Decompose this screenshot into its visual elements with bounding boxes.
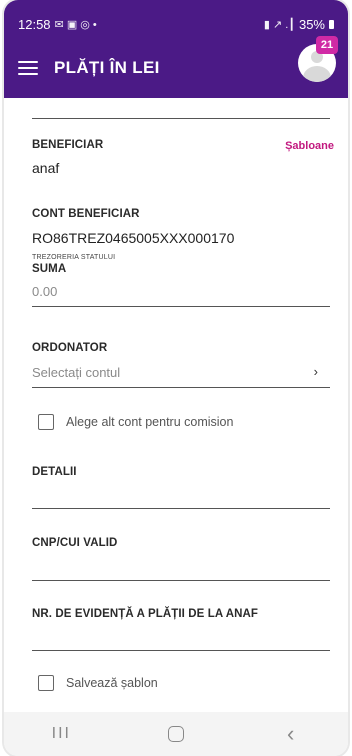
ordonator-select[interactable]: Selectați contul [32,365,120,380]
system-navigation-bar: III ‹ [4,712,348,756]
suma-input[interactable]: 0.00 [32,284,57,299]
detalii-underline [32,508,330,509]
save-template-label: Salvează șablon [66,676,158,690]
ordonator-underline [32,387,330,388]
beneficiar-label: BENEFICIAR [32,139,104,151]
top-divider [32,118,330,119]
home-icon [167,726,184,742]
ordonator-label: ORDONATOR [32,342,108,354]
cont-bank-note: TREZORERIA STATULUI [32,254,116,261]
cont-beneficiar-input[interactable]: RO86TREZ0465005XXX000170 [32,230,234,246]
templates-link[interactable]: Șabloane [285,140,334,152]
page-title: PLĂȚI ÎN LEI [54,58,160,77]
cont-beneficiar-label: CONT BENEFICIAR [32,208,140,220]
app-header: 12:58 ✉ ▣ ◎ • ▮ ↗ .┃ 35% PLĂȚI ÎN LEI 21 [4,0,348,98]
notification-icons: ✉ ▣ ◎ • [54,18,97,31]
recents-icon[interactable]: III [31,718,91,750]
status-time: 12:58 [18,16,51,32]
battery-icon [329,19,334,29]
beneficiar-input[interactable]: anaf [32,160,59,176]
detalii-label: DETALII [32,466,77,478]
suma-underline [32,306,330,307]
cnp-cui-underline [32,580,330,581]
home-button[interactable] [146,718,206,750]
hamburger-menu-icon[interactable] [16,56,44,80]
status-bar: 12:58 ✉ ▣ ◎ • ▮ ↗ .┃ 35% [18,14,334,34]
phone-screen: 12:58 ✉ ▣ ◎ • ▮ ↗ .┃ 35% PLĂȚI ÎN LEI 21… [4,0,348,756]
commission-checkbox[interactable] [38,414,54,430]
app-bar: PLĂȚI ÎN LEI 21 [14,36,338,86]
suma-label: SUMA [32,263,67,275]
save-template-checkbox-row[interactable]: Salvează șablon [38,675,158,691]
notification-badge[interactable]: 21 [316,36,338,54]
commission-checkbox-label: Alege alt cont pentru comision [66,415,234,429]
nr-evidenta-underline [32,650,330,651]
commission-checkbox-row[interactable]: Alege alt cont pentru comision [38,414,233,430]
nr-evidenta-label: NR. DE EVIDENȚĂ A PLĂȚII DE LA ANAF [32,608,259,620]
back-icon[interactable]: ‹ [261,718,321,750]
battery-level: 35% [298,16,325,32]
chevron-right-icon[interactable]: › [314,364,318,379]
save-template-checkbox[interactable] [38,675,54,691]
signal-icons: ▮ ↗ .┃ [263,18,295,31]
cnp-cui-label: CNP/CUI VALID [32,537,118,549]
